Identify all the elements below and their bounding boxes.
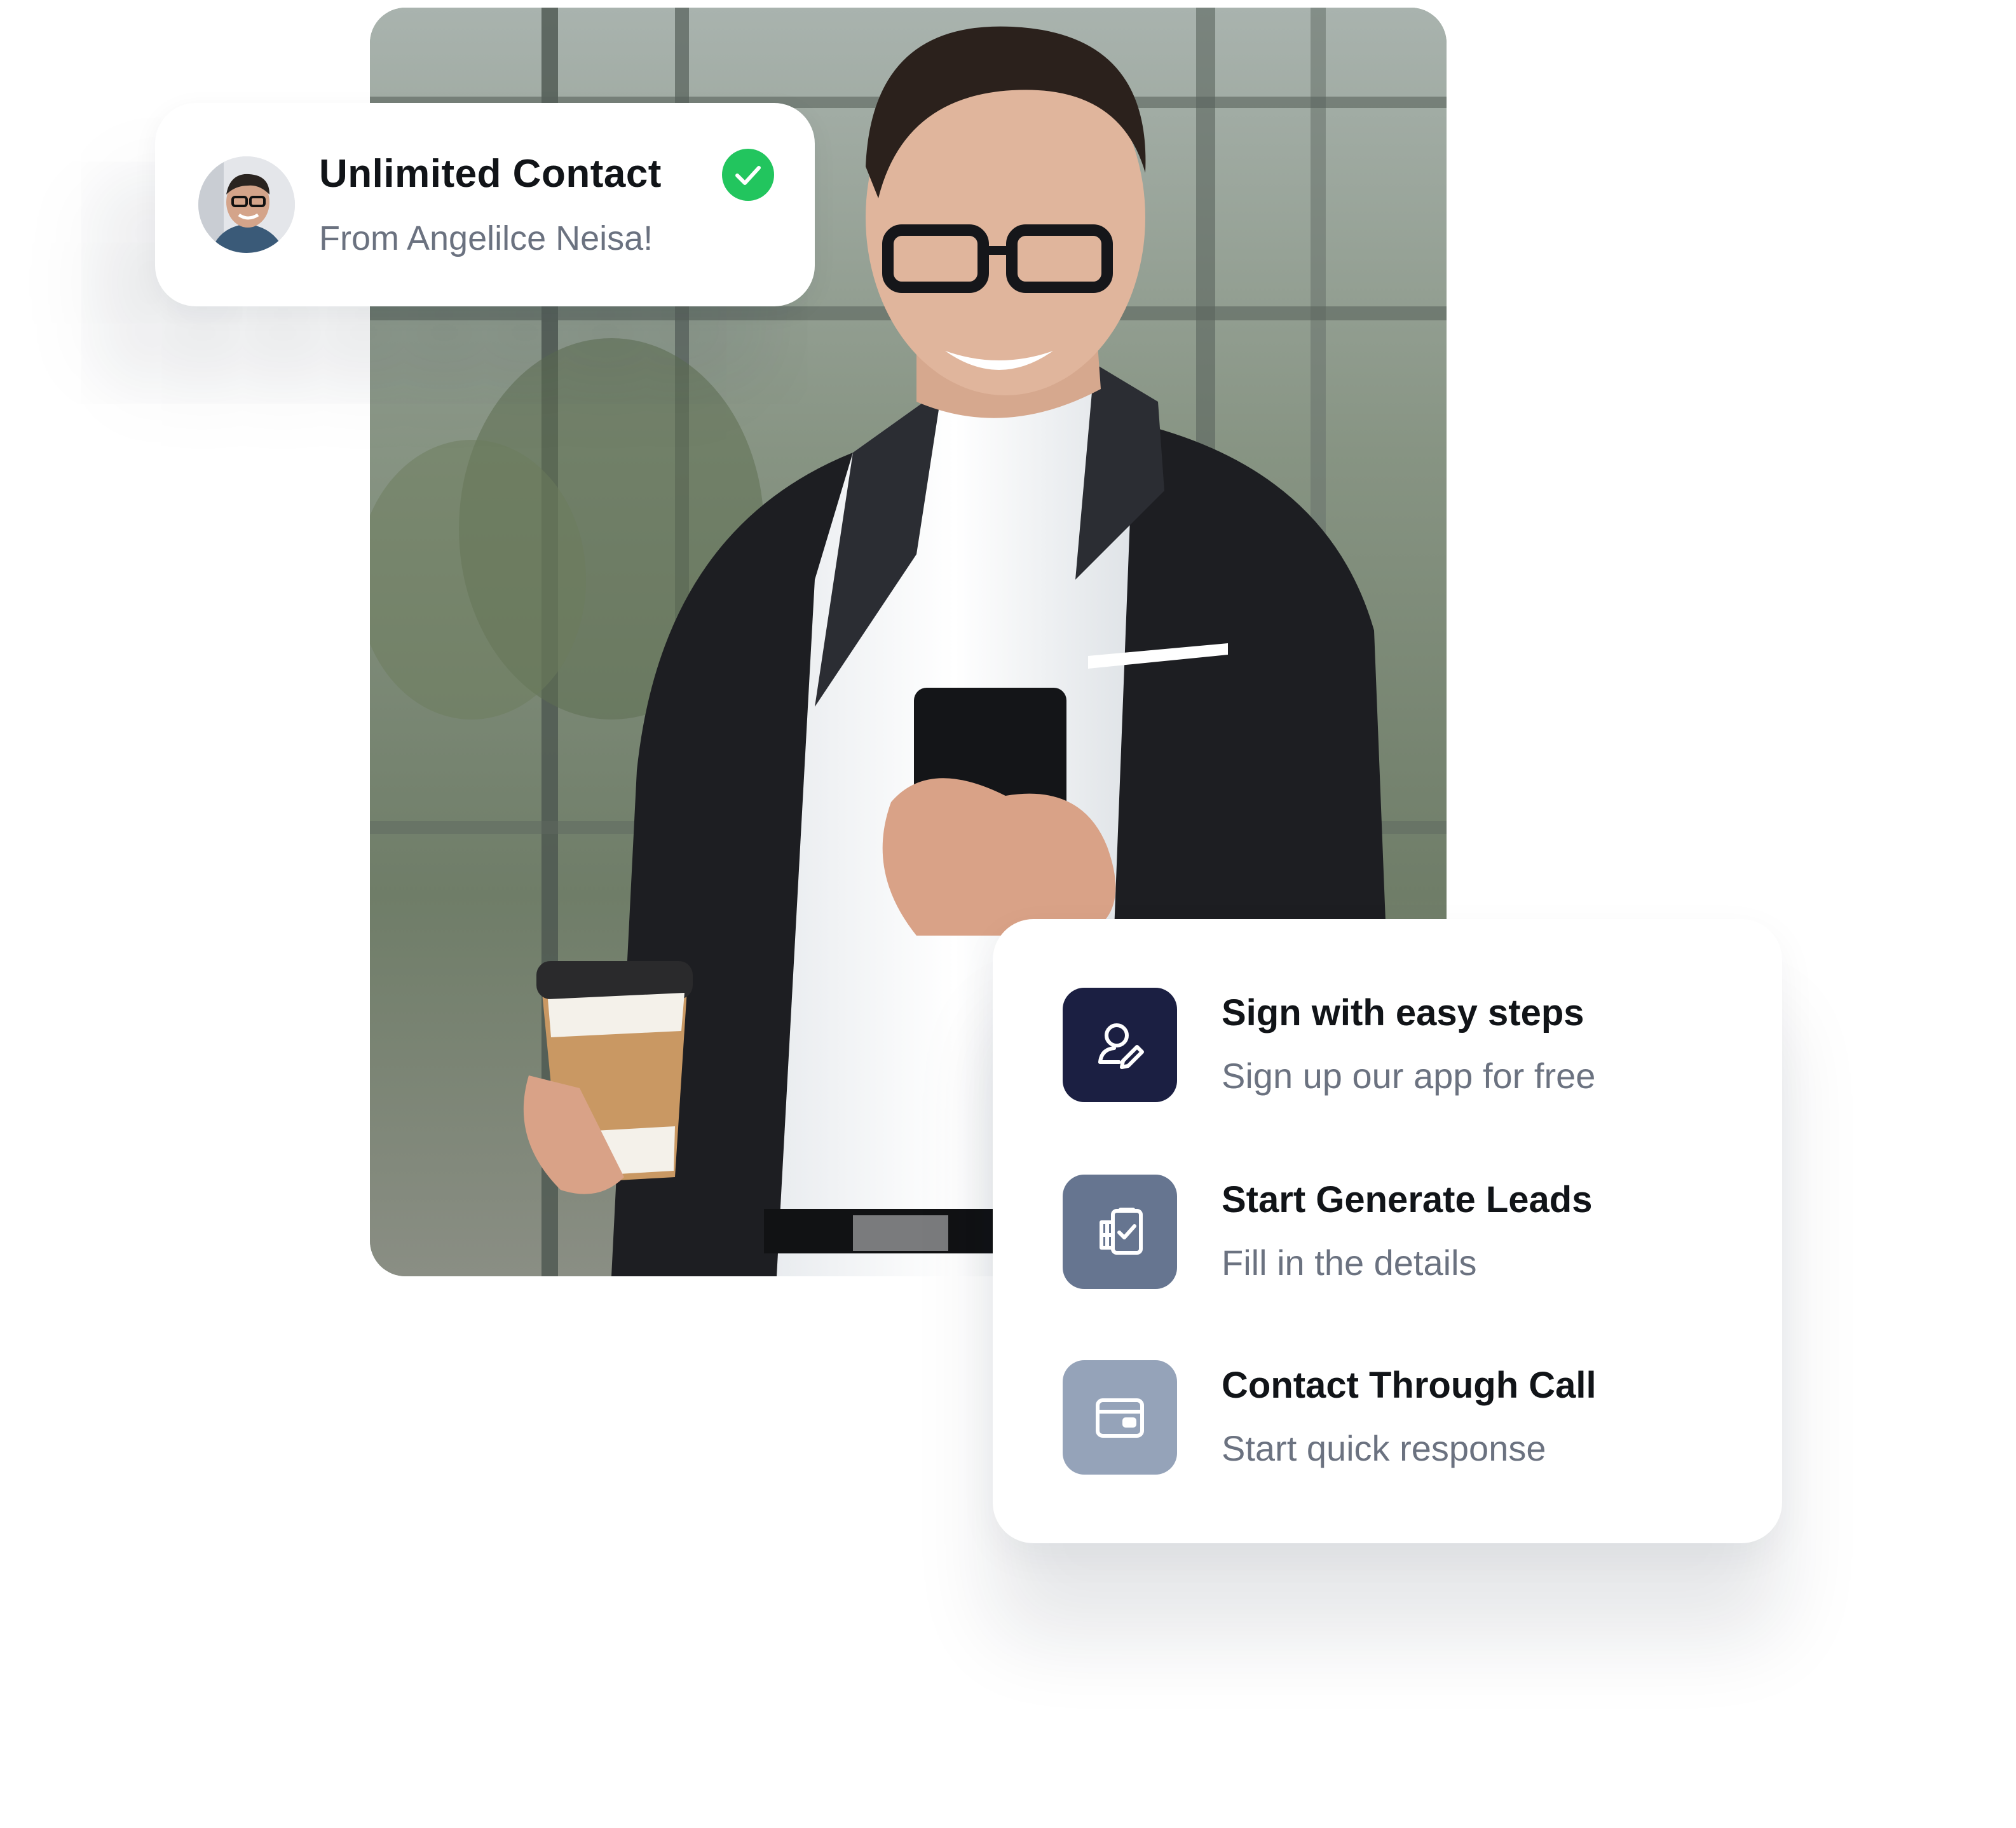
step-title: Start Generate Leads	[1222, 1179, 1593, 1220]
card-icon	[1063, 1360, 1177, 1475]
step-subtitle: Fill in the details	[1222, 1243, 1477, 1283]
steps-card: Sign with easy steps Sign up our app for…	[993, 919, 1782, 1543]
notification-title: Unlimited Contact	[319, 152, 662, 196]
step-item-leads[interactable]: Start Generate Leads Fill in the details	[1063, 1175, 1762, 1289]
step-item-sign[interactable]: Sign with easy steps Sign up our app for…	[1063, 988, 1762, 1102]
user-edit-icon	[1063, 988, 1177, 1102]
page-stage: Unlimited Contact From Angelilce Neisa! …	[0, 0, 2016, 1828]
step-subtitle: Start quick response	[1222, 1428, 1546, 1468]
step-title: Contact Through Call	[1222, 1365, 1597, 1406]
step-item-call[interactable]: Contact Through Call Start quick respons…	[1063, 1360, 1762, 1475]
step-subtitle: Sign up our app for free	[1222, 1056, 1596, 1096]
clipboard-check-icon	[1063, 1175, 1177, 1289]
person-avatar	[198, 156, 295, 253]
step-title: Sign with easy steps	[1222, 992, 1584, 1033]
check-circle-icon	[722, 149, 774, 201]
avatar-icon	[198, 156, 295, 253]
notification-card[interactable]: Unlimited Contact From Angelilce Neisa!	[155, 103, 815, 306]
notification-subtitle: From Angelilce Neisa!	[319, 219, 653, 257]
